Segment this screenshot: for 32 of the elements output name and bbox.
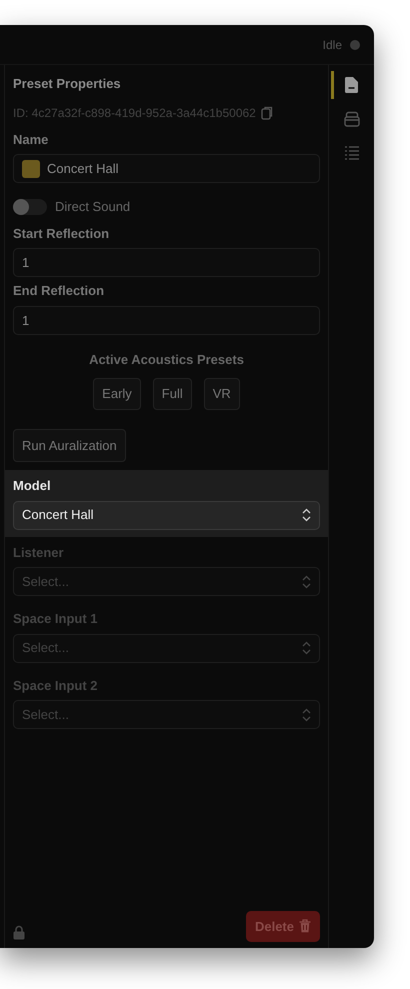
preset-button[interactable]: Early bbox=[93, 378, 141, 410]
document-icon bbox=[344, 77, 360, 93]
color-swatch[interactable] bbox=[22, 160, 40, 178]
list-icon bbox=[344, 145, 360, 161]
chevron-icon bbox=[302, 641, 311, 655]
status-label: Idle bbox=[322, 36, 342, 54]
field-label: Listener bbox=[13, 544, 65, 562]
select-field[interactable]: Concert Hall bbox=[13, 500, 320, 530]
trash-icon bbox=[299, 919, 311, 934]
toggle-label: Direct Sound bbox=[55, 198, 130, 216]
lock-icon bbox=[13, 925, 25, 940]
chevron-icon bbox=[302, 508, 311, 522]
section-heading: Active Acoustics Presets bbox=[88, 350, 245, 368]
number-field[interactable]: 1 bbox=[13, 248, 320, 277]
field-label: Space Input 2 bbox=[13, 676, 99, 695]
copy-icon bbox=[260, 106, 273, 120]
field-label: Start Reflection bbox=[13, 224, 110, 242]
name-field[interactable]: Concert Hall bbox=[13, 154, 320, 183]
preset-button[interactable]: VR bbox=[204, 378, 240, 410]
field-label: Name bbox=[13, 130, 50, 148]
panel-title: Preset Properties bbox=[13, 75, 122, 93]
field-label: End Reflection bbox=[13, 282, 106, 300]
preset-button[interactable]: Full bbox=[152, 378, 192, 410]
id-text: ID: 4c27a32f-c898-419d-952a-3a44c1b50062 bbox=[13, 104, 256, 122]
chevron-icon bbox=[302, 708, 311, 722]
chevron-icon bbox=[302, 574, 311, 588]
stack-icon bbox=[344, 111, 360, 127]
toggle-switch[interactable] bbox=[13, 198, 47, 215]
number-field[interactable]: 1 bbox=[13, 306, 320, 334]
field-label: Model bbox=[13, 477, 52, 495]
field-label: Space Input 1 bbox=[13, 610, 99, 628]
run-button[interactable]: Run Auralization bbox=[13, 428, 126, 462]
